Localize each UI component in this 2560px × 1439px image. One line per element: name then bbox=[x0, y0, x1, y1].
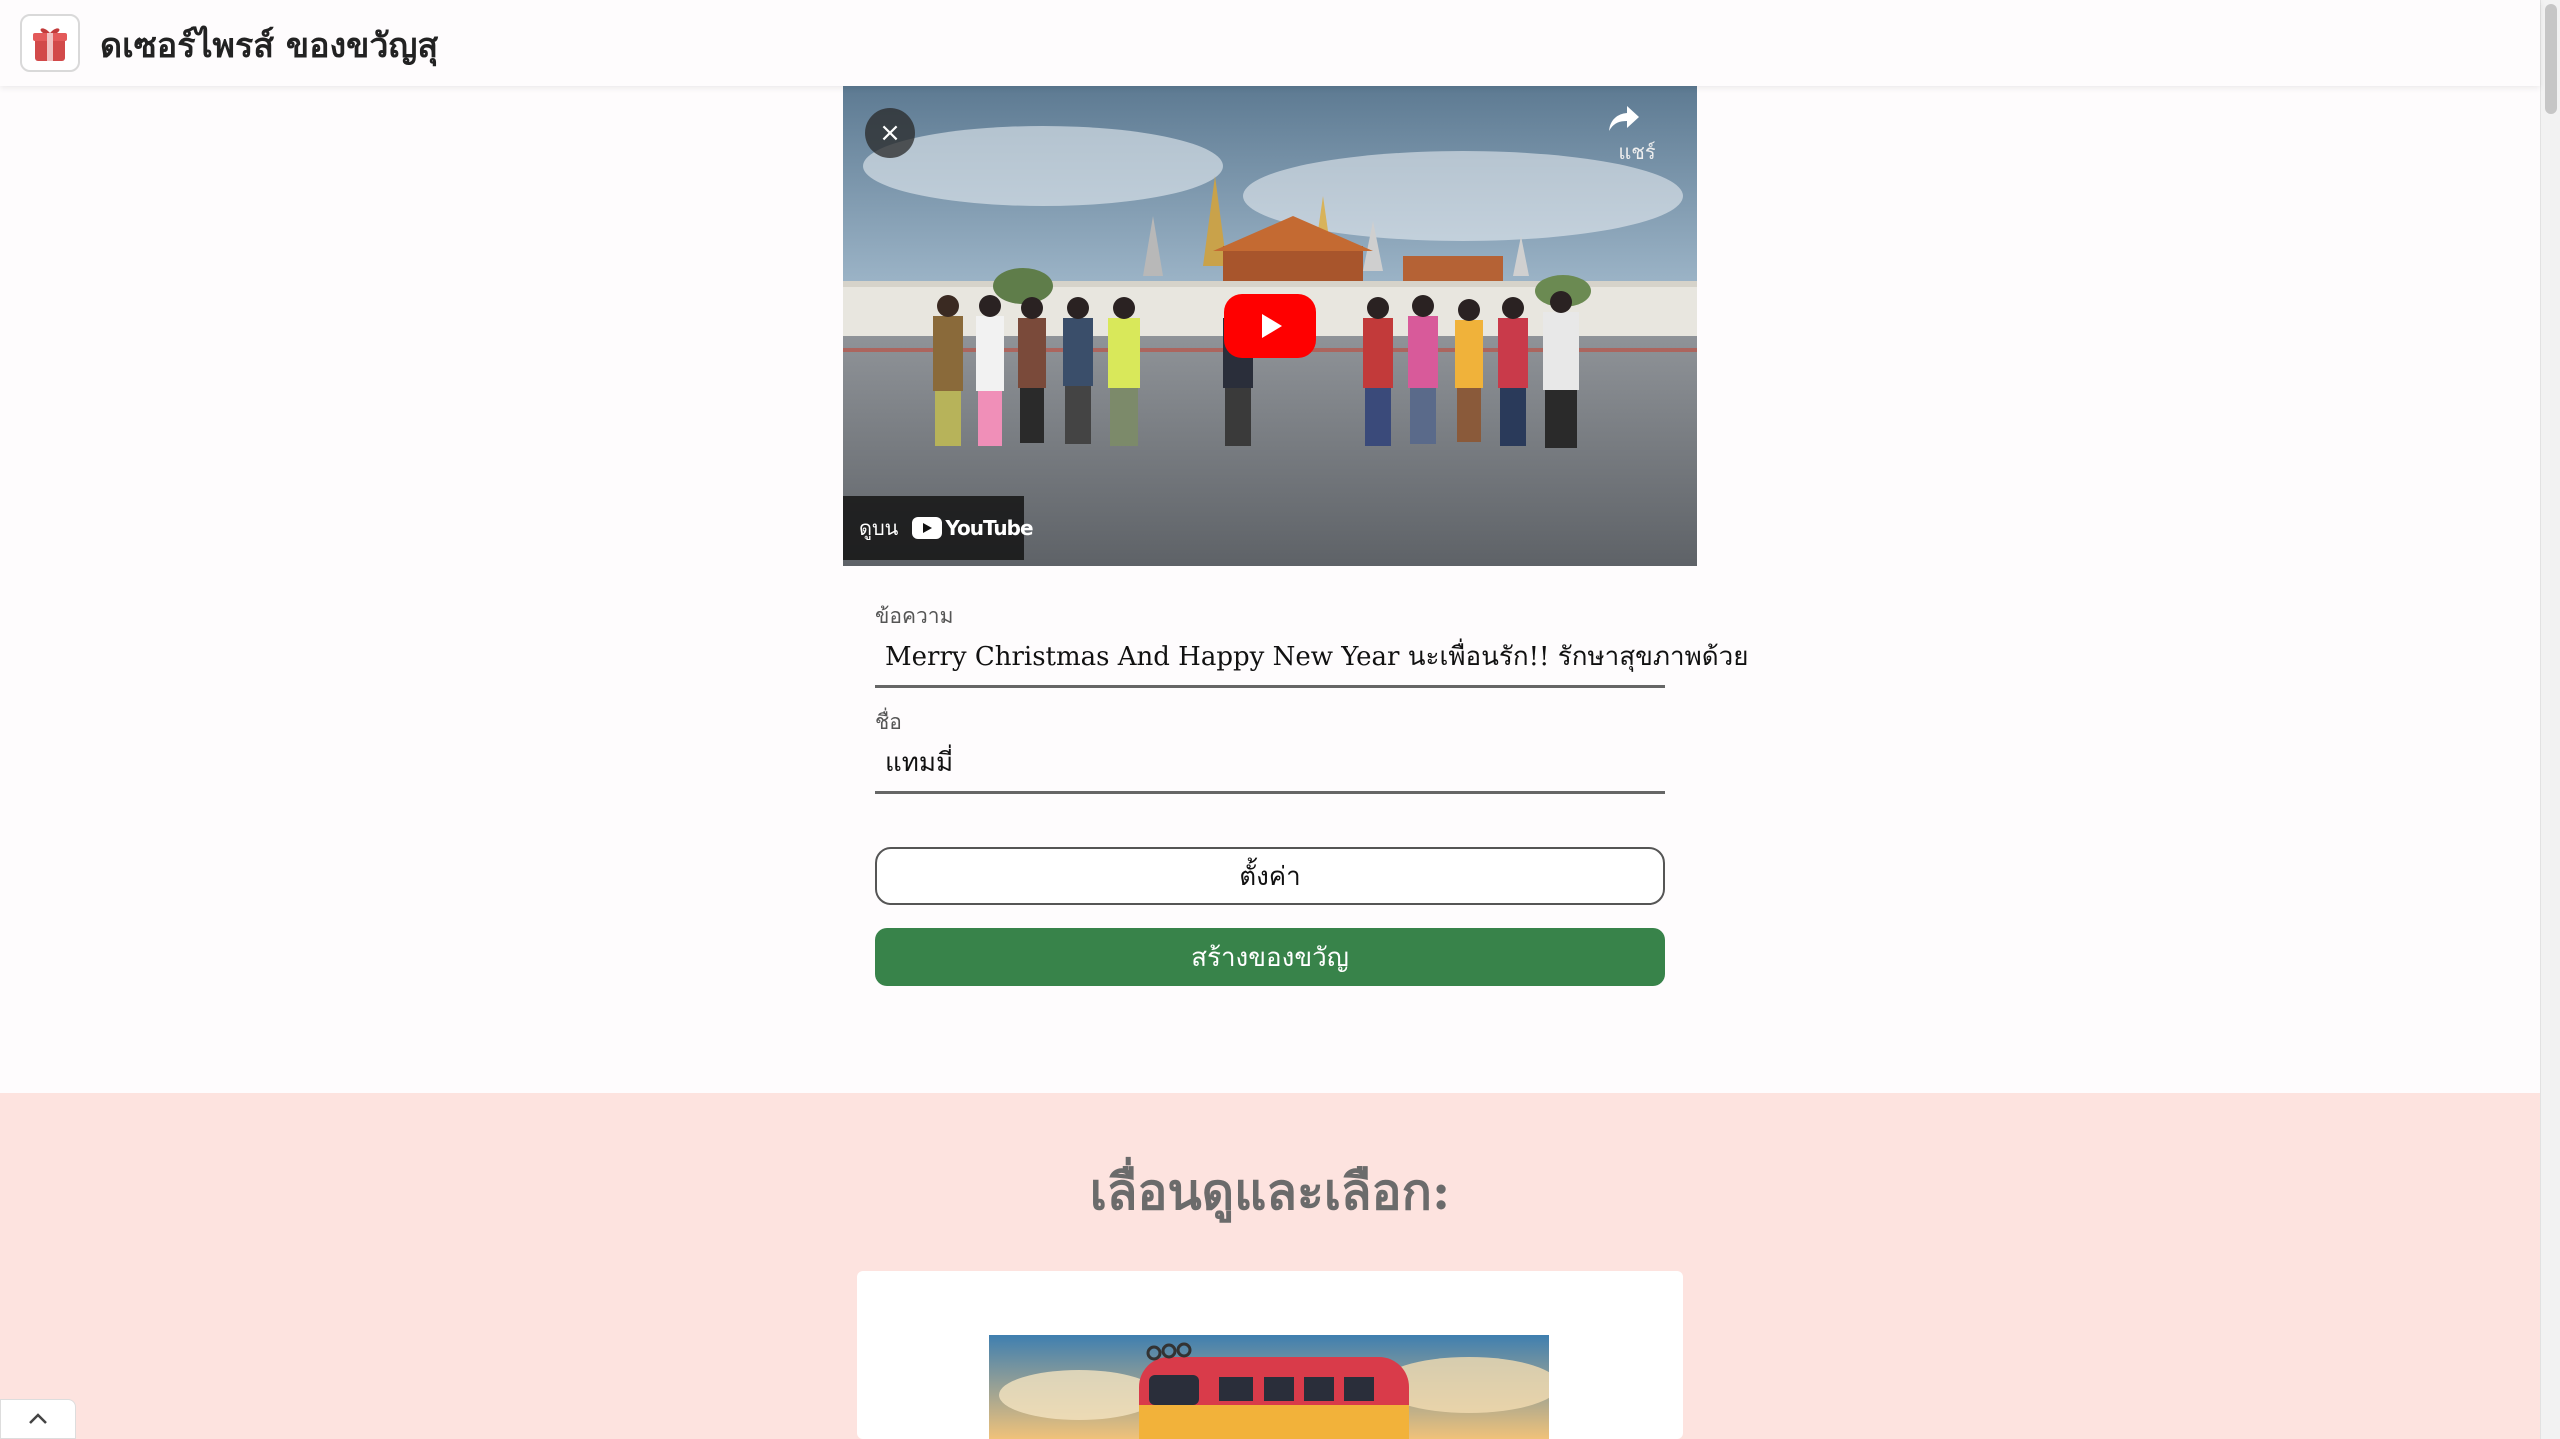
youtube-play-icon bbox=[912, 517, 943, 539]
gallery-title: เลื่อนดูและเลือก: bbox=[1089, 1162, 1451, 1221]
name-field[interactable]: แทมมี่ bbox=[875, 734, 1665, 794]
youtube-logo: YouTube bbox=[912, 516, 1034, 540]
name-value: แทมมี่ bbox=[885, 748, 954, 778]
create-gift-button[interactable]: สร้างของขวัญ bbox=[875, 928, 1665, 986]
youtube-video-embed[interactable]: × แชร์ ดูบน YouTube bbox=[843, 86, 1697, 566]
gallery-section: เลื่อนดูและเลือก: bbox=[0, 1093, 2540, 1439]
scrollbar-thumb[interactable] bbox=[2545, 4, 2557, 114]
play-icon bbox=[1262, 314, 1282, 338]
message-field[interactable]: Merry Christmas And Happy New Year นะเพื… bbox=[875, 628, 1748, 688]
watch-on-label: ดูบน bbox=[859, 516, 899, 540]
play-button[interactable] bbox=[1224, 294, 1316, 358]
gift-form: ข้อความ Merry Christmas And Happy New Ye… bbox=[875, 600, 1748, 986]
message-label: ข้อความ bbox=[875, 604, 954, 628]
page-title: ดเซอร์ไพรส์ ของขวัญสุ bbox=[100, 26, 439, 66]
page-scrollbar[interactable] bbox=[2540, 0, 2560, 1439]
share-label: แชร์ bbox=[1618, 140, 1656, 164]
watch-on-youtube-link[interactable]: ดูบน YouTube bbox=[843, 496, 1034, 560]
chevron-up-icon bbox=[29, 1413, 47, 1424]
gift-icon[interactable] bbox=[20, 14, 80, 72]
back-to-top-button[interactable] bbox=[0, 1399, 76, 1439]
app-header: ดเซอร์ไพรส์ ของขวัญสุ bbox=[0, 0, 2540, 86]
youtube-label: YouTube bbox=[945, 516, 1033, 540]
message-value: Merry Christmas And Happy New Year นะเพื… bbox=[885, 642, 1749, 672]
name-label: ชื่อ bbox=[875, 710, 902, 734]
gallery-card[interactable] bbox=[857, 1271, 1683, 1439]
van-image[interactable] bbox=[989, 1335, 1549, 1439]
share-icon bbox=[1609, 106, 1639, 131]
settings-button[interactable]: ตั้งค่า bbox=[875, 847, 1665, 905]
close-video-button[interactable]: × bbox=[865, 108, 915, 158]
share-button[interactable]: แชร์ bbox=[1607, 104, 1667, 174]
